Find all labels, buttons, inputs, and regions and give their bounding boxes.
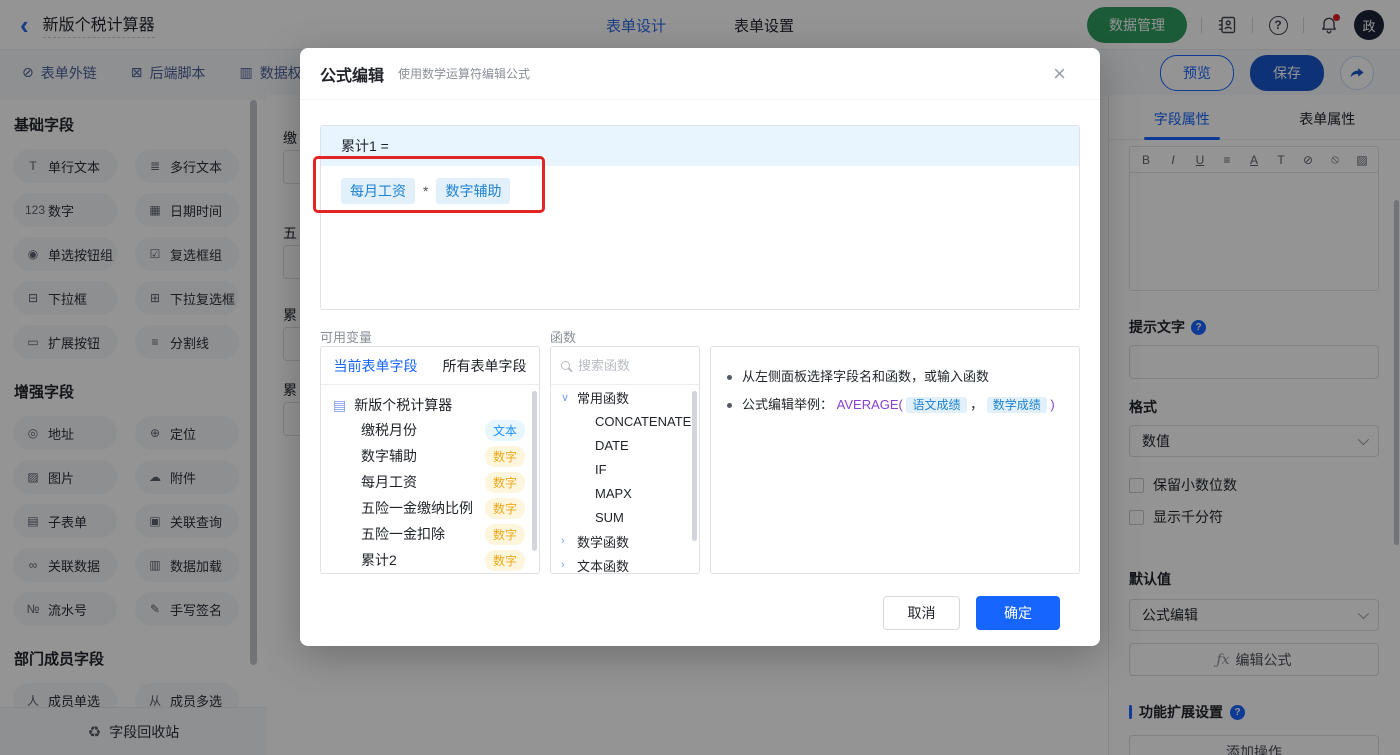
functions-panel: ∨ 常用函数 CONCATENATE DATE IF <box>550 346 700 574</box>
function-row[interactable]: › 文本函数 <box>551 553 699 574</box>
help-bullet: 从左侧面板选择字段名和函数，或输入函数 <box>727 367 1063 387</box>
function-label: 常用函数 <box>577 390 630 406</box>
modal-title: 公式编辑 <box>320 67 385 85</box>
function-label: 文本函数 <box>577 558 630 574</box>
help-example-function: AVERAGE( <box>836 397 903 412</box>
variable-item[interactable]: 五险一金缴纳比例 数字 <box>321 495 539 521</box>
help-example-chip: 数学成绩 <box>986 397 1047 413</box>
formula-target: 累计1 = <box>321 126 1079 166</box>
formula-operator: * <box>423 183 429 199</box>
cancel-button[interactable]: 取消 <box>883 596 960 630</box>
chevron-icon: › <box>561 559 565 571</box>
formula-input-area[interactable]: 每月工资 * 数字辅助 <box>321 166 1079 216</box>
variable-type-badge: 数字 <box>484 445 525 467</box>
function-label: CONCATENATE <box>595 413 692 429</box>
confirm-button[interactable]: 确定 <box>976 596 1060 630</box>
function-label: DATE <box>595 437 629 453</box>
close-icon[interactable]: × <box>1053 62 1066 85</box>
variable-type-badge: 数字 <box>484 523 525 545</box>
variables-tab[interactable]: 所有表单字段 <box>443 356 527 376</box>
variable-item[interactable]: 缴税月份 文本 <box>321 417 539 443</box>
variables-panel: 当前表单字段 所有表单字段 ▤ 新版个税计算器 缴税月份 文本 数字辅助 数字 <box>320 346 540 574</box>
variable-item[interactable]: 数字辅助 数字 <box>321 443 539 469</box>
help-example-prefix: 公式编辑举例： <box>742 397 834 412</box>
variable-type-badge: 文本 <box>484 419 525 441</box>
variables-tree-root[interactable]: ▤ 新版个税计算器 <box>321 385 539 417</box>
chevron-icon: › <box>561 535 565 547</box>
modal-header: 公式编辑 使用数学运算符编辑公式 × <box>300 48 1100 100</box>
function-label: IF <box>595 461 607 477</box>
variable-type-badge: 数字 <box>484 471 525 493</box>
help-example-chip: 语文成绩 <box>906 397 967 413</box>
variable-item[interactable]: 累计2 数字 <box>321 547 539 573</box>
formula-help-panel: 从左侧面板选择字段名和函数，或输入函数 公式编辑举例： AVERAGE( 语文成… <box>710 346 1080 574</box>
variable-label: 每月工资 <box>361 474 417 490</box>
variable-label: 五险一金扣除 <box>361 526 445 542</box>
help-bullet: 公式编辑举例： AVERAGE( 语文成绩 ， 数学成绩 ) <box>727 395 1063 415</box>
formula-token[interactable]: 每月工资 <box>341 178 415 204</box>
variables-section-label: 可用变量 <box>320 330 373 345</box>
variables-scrollbar[interactable] <box>532 391 537 551</box>
function-label: 数学函数 <box>577 534 630 550</box>
function-row[interactable]: SUM <box>551 505 699 529</box>
function-row[interactable]: IF <box>551 457 699 481</box>
bullet-dot-icon <box>727 375 732 380</box>
variable-item[interactable]: 每月工资 数字 <box>321 469 539 495</box>
function-search-input[interactable] <box>578 358 678 373</box>
formula-editor-box: 累计1 = 每月工资 * 数字辅助 <box>320 125 1080 310</box>
chevron-icon: ∨ <box>561 391 570 404</box>
function-label: MAPX <box>595 485 632 501</box>
variables-tab[interactable]: 当前表单字段 <box>334 356 418 376</box>
app-window: ‹ 新版个税计算器 表单设计 表单设置 数据管理 ? 政 ⊘ 表单外链 ⊠ 后端… <box>0 0 1400 755</box>
function-row[interactable]: ∨ 常用函数 <box>551 385 699 409</box>
variable-item[interactable]: 数字 <box>321 573 539 574</box>
formula-token[interactable]: 数字辅助 <box>436 178 511 204</box>
variable-item[interactable]: 五险一金扣除 数字 <box>321 521 539 547</box>
function-label: SUM <box>595 509 624 525</box>
search-icon <box>561 361 570 370</box>
functions-section-label: 函数 <box>550 330 577 345</box>
variable-type-badge: 数字 <box>484 549 525 571</box>
form-doc-icon: ▤ <box>333 396 347 413</box>
help-text: 公式编辑举例： AVERAGE( 语文成绩 ， 数学成绩 ) <box>742 395 1055 415</box>
function-row[interactable]: CONCATENATE <box>551 409 699 433</box>
function-search <box>551 347 699 385</box>
variable-type-badge: 数字 <box>484 497 525 519</box>
function-row[interactable]: DATE <box>551 433 699 457</box>
functions-scrollbar[interactable] <box>692 391 697 541</box>
help-text: 从左侧面板选择字段名和函数，或输入函数 <box>742 369 990 384</box>
variable-label: 累计2 <box>361 552 397 568</box>
bullet-dot-icon <box>727 403 732 408</box>
formula-editor-modal: 公式编辑 使用数学运算符编辑公式 × 累计1 = 每月工资 * 数字辅助 可用变… <box>300 48 1100 646</box>
help-example-comma: ， <box>970 397 984 412</box>
variable-label: 五险一金缴纳比例 <box>361 500 473 516</box>
modal-subtitle: 使用数学运算符编辑公式 <box>398 67 531 81</box>
function-row[interactable]: MAPX <box>551 481 699 505</box>
variable-label: 缴税月份 <box>361 422 417 438</box>
variables-tabs: 当前表单字段 所有表单字段 <box>321 347 539 385</box>
variable-label: 数字辅助 <box>361 448 417 464</box>
help-example-close: ) <box>1050 397 1055 412</box>
function-row[interactable]: › 数学函数 <box>551 529 699 553</box>
variables-root-label: 新版个税计算器 <box>354 397 453 413</box>
